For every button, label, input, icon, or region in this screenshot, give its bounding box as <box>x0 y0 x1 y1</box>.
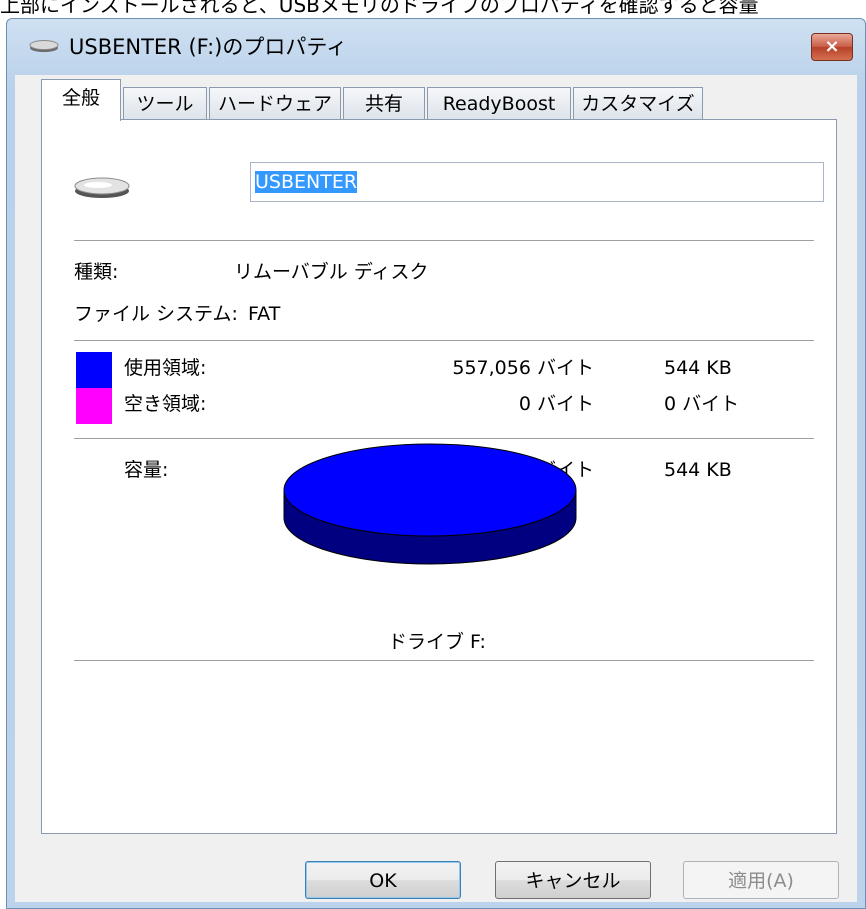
pie-slice-0 <box>283 443 577 537</box>
drive-name-value: USBENTER <box>255 171 358 193</box>
tab-customize[interactable]: カスタマイズ <box>573 87 703 119</box>
close-button[interactable]: × <box>811 33 853 61</box>
file-system-label: ファイル システム: <box>74 303 238 325</box>
tab-readyboost[interactable]: ReadyBoost <box>427 87 571 119</box>
page-caption: 上部にインストールされると、USBメモリのドライブのプロパティを確認すると容量 <box>0 0 759 17</box>
dialog-body: 全般 ツール ハードウェア 共有 ReadyBoost カスタマイズ USBEN… <box>15 75 857 902</box>
drive-name-input[interactable]: USBENTER <box>250 162 824 202</box>
ok-button[interactable]: OK <box>305 861 461 899</box>
general-tab-panel: USBENTER 種類: リムーバブル ディスク ファイル システム: FAT … <box>41 119 837 834</box>
separator <box>74 660 814 662</box>
properties-dialog: USBENTER (F:)のプロパティ × 全般 ツール ハードウェア 共有 R… <box>6 18 866 909</box>
used-space-bytes: 557,056 バイト <box>452 357 594 379</box>
usage-pie-chart <box>283 443 577 565</box>
file-system-value: FAT <box>248 303 281 325</box>
tab-tools[interactable]: ツール <box>123 87 207 119</box>
free-space-size: 0 バイト <box>664 393 740 415</box>
tab-label: ツール <box>136 93 194 115</box>
separator <box>74 340 814 342</box>
close-icon: × <box>824 36 840 57</box>
free-space-bytes: 0 バイト <box>518 393 594 415</box>
tab-label: カスタマイズ <box>581 93 695 115</box>
separator <box>74 438 814 440</box>
separator <box>74 240 814 242</box>
used-space-swatch <box>76 352 112 388</box>
drive-icon <box>29 40 59 52</box>
tab-label: ReadyBoost <box>442 93 556 115</box>
free-space-swatch <box>76 388 112 424</box>
cancel-button[interactable]: キャンセル <box>495 861 651 899</box>
tab-label: 全般 <box>61 87 100 109</box>
capacity-label: 容量: <box>124 459 169 481</box>
tab-label: 共有 <box>364 93 403 115</box>
type-value: リムーバブル ディスク <box>234 261 429 283</box>
drive-letter-caption: ドライブ F: <box>388 631 486 653</box>
tab-general[interactable]: 全般 <box>41 79 121 121</box>
used-space-size: 544 KB <box>664 357 732 379</box>
removable-drive-icon <box>74 177 130 198</box>
title-bar[interactable]: USBENTER (F:)のプロパティ × <box>7 19 865 75</box>
free-space-label: 空き領域: <box>124 393 207 415</box>
type-label: 種類: <box>74 261 119 283</box>
capacity-size: 544 KB <box>664 459 732 481</box>
window-title: USBENTER (F:)のプロパティ <box>69 35 348 59</box>
used-space-label: 使用領域: <box>124 357 207 379</box>
tab-label: ハードウェア <box>217 93 332 115</box>
apply-button[interactable]: 適用(A) <box>683 861 839 899</box>
tab-sharing[interactable]: 共有 <box>343 87 425 119</box>
tab-hardware[interactable]: ハードウェア <box>209 87 341 119</box>
